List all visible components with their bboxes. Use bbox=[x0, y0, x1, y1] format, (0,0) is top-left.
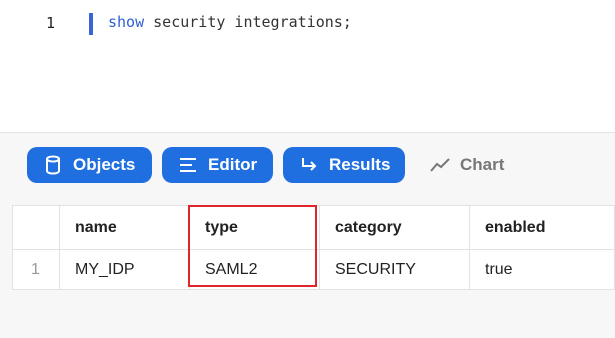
sql-editor[interactable]: 1 show security integrations; bbox=[0, 0, 615, 132]
row-number: 1 bbox=[12, 249, 60, 290]
cell-category[interactable]: SECURITY bbox=[319, 249, 470, 290]
cell-type[interactable]: SAML2 bbox=[189, 249, 320, 290]
column-header-enabled[interactable]: enabled bbox=[469, 205, 615, 250]
column-header-type[interactable]: type bbox=[189, 205, 320, 250]
results-label: Results bbox=[329, 155, 391, 174]
chart-label: Chart bbox=[460, 155, 505, 174]
return-arrow-icon bbox=[299, 155, 319, 175]
results-table: name type category enabled 1 MY_IDP SAML… bbox=[12, 205, 615, 290]
objects-label: Objects bbox=[73, 155, 136, 174]
chart-line-icon bbox=[430, 155, 450, 175]
chart-tab[interactable]: Chart bbox=[430, 147, 504, 183]
cell-name[interactable]: MY_IDP bbox=[59, 249, 190, 290]
objects-button[interactable]: Objects bbox=[27, 147, 152, 183]
editor-button[interactable]: Editor bbox=[162, 147, 273, 183]
lines-icon bbox=[178, 155, 198, 175]
active-line-marker bbox=[89, 13, 93, 35]
cell-enabled[interactable]: true bbox=[469, 249, 615, 290]
code-line[interactable]: show security integrations; bbox=[108, 13, 352, 31]
database-icon bbox=[43, 155, 63, 175]
code-keyword: show bbox=[108, 13, 145, 31]
table-row[interactable]: 1 MY_IDP SAML2 SECURITY true bbox=[12, 249, 615, 290]
table-header-row: name type category enabled bbox=[12, 205, 615, 250]
column-header-category[interactable]: category bbox=[319, 205, 470, 250]
column-header-name[interactable]: name bbox=[59, 205, 190, 250]
editor-label: Editor bbox=[208, 155, 258, 174]
results-toolbar: Objects Editor Results Chart bbox=[0, 133, 615, 193]
results-button[interactable]: Results bbox=[283, 147, 405, 183]
row-number-header bbox=[12, 205, 60, 250]
line-number: 1 bbox=[46, 14, 56, 32]
code-text: security integrations; bbox=[144, 13, 352, 31]
